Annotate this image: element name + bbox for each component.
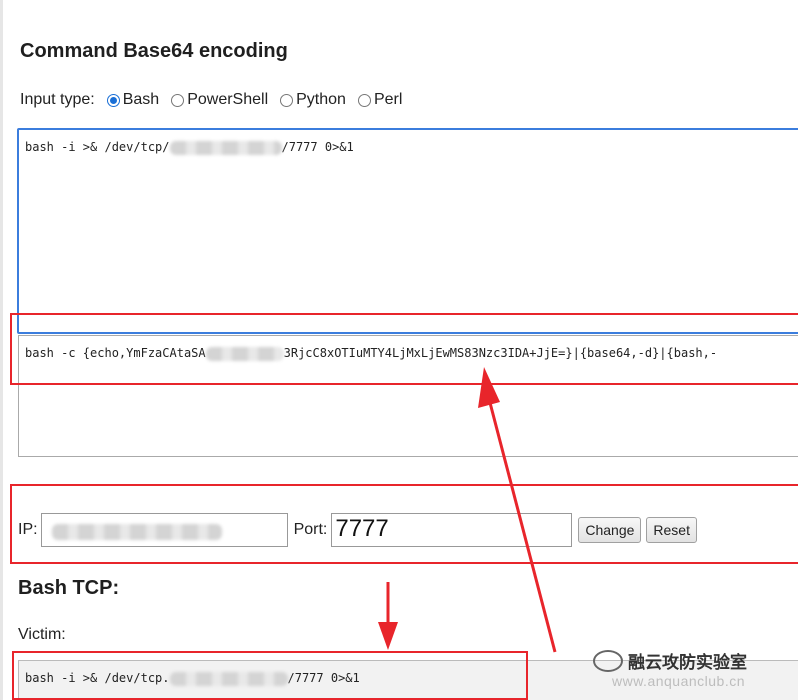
arrow-head-down <box>378 622 398 650</box>
wechat-icon <box>593 649 623 672</box>
arrow-head-up <box>478 367 500 408</box>
watermark-url: www.anquanclub.cn <box>612 673 746 689</box>
watermark-name: 融云攻防实验室 <box>628 653 747 672</box>
watermark: 融云攻防实验室 <box>593 648 747 673</box>
arrow-line-up <box>486 394 557 653</box>
annotation-arrows <box>378 367 557 653</box>
